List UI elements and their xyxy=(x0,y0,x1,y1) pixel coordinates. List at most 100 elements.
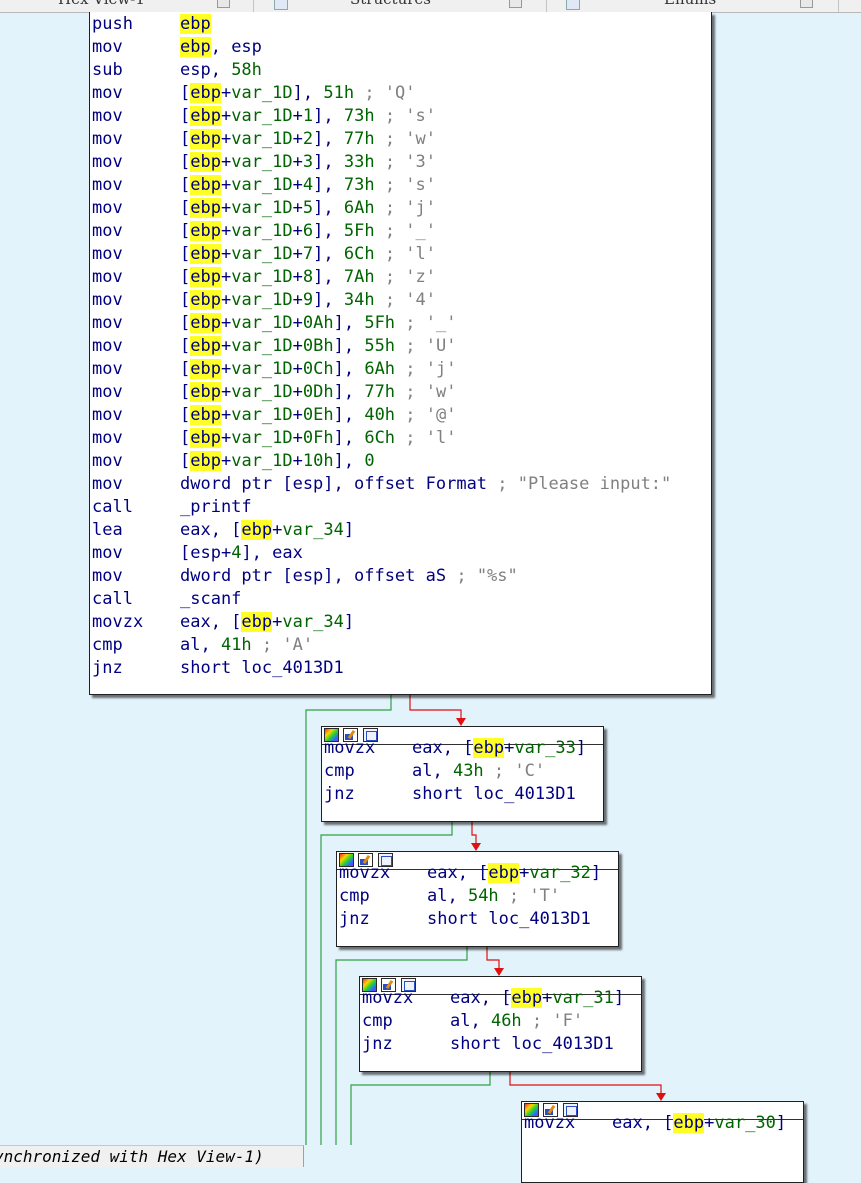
register-highlight: ebp xyxy=(190,290,221,310)
operand-text: short loc_4013D1 xyxy=(412,784,576,804)
number-literal: 77h xyxy=(364,382,396,402)
number-literal: 0Ch xyxy=(302,359,334,379)
operand-text: [ xyxy=(180,336,191,356)
register-highlight: ebp xyxy=(190,267,221,287)
mnemonic: jnz xyxy=(339,909,370,929)
graph-node-check-f[interactable]: movzx eax, [ebp+var_31] cmp al, 46h ; 'F' jn… xyxy=(359,976,642,1072)
operand-text: + xyxy=(220,359,232,379)
operand-text: [esp+ xyxy=(180,543,232,563)
mnemonic: mov xyxy=(92,382,123,402)
operand-text: , esp xyxy=(210,37,262,57)
operands: short loc_4013D1 xyxy=(450,1033,614,1056)
function-name: _printf xyxy=(180,497,252,517)
operand-text: [ xyxy=(180,152,191,172)
mnemonic: cmp xyxy=(92,635,123,655)
number-literal: 46h xyxy=(490,1011,522,1031)
register-highlight: ebp xyxy=(473,738,505,758)
operands: al, 54h ; 'T' xyxy=(427,885,560,908)
operand-text: + xyxy=(220,382,232,402)
number-literal: 8 xyxy=(302,267,314,287)
mnemonic: mov xyxy=(92,336,123,356)
number-literal: 6Ah xyxy=(343,198,375,218)
operand-text: ], xyxy=(313,175,344,195)
variable-name: var_30 xyxy=(714,1113,776,1133)
variable-name: var_1D xyxy=(231,198,293,218)
operands: [esp+4], eax xyxy=(180,542,303,565)
operand-text: + xyxy=(220,244,232,264)
operand-text: short loc_4013D1 xyxy=(427,909,591,929)
function-name: _scanf xyxy=(180,589,242,609)
operands: ebp xyxy=(180,13,211,36)
number-literal: 4 xyxy=(302,175,314,195)
operands: al, 46h ; 'F' xyxy=(450,1010,583,1033)
edge-green xyxy=(350,1071,491,1145)
number-literal: 5Fh xyxy=(343,221,375,241)
operand-text: short loc_4013D1 xyxy=(180,658,344,678)
mnemonic: movzx xyxy=(362,988,414,1008)
comment-text: ; 'T' xyxy=(498,886,561,906)
operand-text: [ xyxy=(180,221,191,241)
edge-red xyxy=(409,695,462,722)
operand-text: ], xyxy=(333,451,365,471)
mnemonic: cmp xyxy=(362,1011,393,1031)
operand-text: + xyxy=(220,106,232,126)
register-highlight: ebp xyxy=(673,1113,705,1133)
operand-text: + xyxy=(292,451,303,471)
register-highlight: ebp xyxy=(190,451,221,471)
number-literal: 54h xyxy=(467,886,499,906)
number-literal: 77h xyxy=(343,129,375,149)
graph-node-main[interactable]: push ebp mov ebp, esp sub esp, 58h mov [ebp+var… xyxy=(89,12,712,695)
variable-name: var_34 xyxy=(282,520,344,540)
mnemonic: mov xyxy=(92,290,123,310)
comment-text: ; 'F' xyxy=(521,1011,584,1031)
operand-text: + xyxy=(220,405,232,425)
variable-name: var_31 xyxy=(552,988,614,1008)
mnemonic: mov xyxy=(92,129,123,149)
comment-text: ; 'A' xyxy=(251,635,314,655)
sync-status-text: ynchronized with Hex View-1) xyxy=(0,1147,264,1166)
operands: [ebp+var_1D+4], 73h ; 's' xyxy=(180,174,436,197)
operands: [ebp+var_1D+6], 5Fh ; '_' xyxy=(180,220,436,243)
operand-text: eax, [ xyxy=(612,1113,674,1133)
mnemonic: movzx xyxy=(339,863,391,883)
mnemonic: movzx xyxy=(524,1113,576,1133)
operands: _printf xyxy=(180,496,252,519)
number-literal: 55h xyxy=(364,336,396,356)
number-literal: 0Dh xyxy=(302,382,334,402)
operands: eax, [ebp+var_32] xyxy=(427,862,601,885)
operand-text: [ xyxy=(180,244,191,264)
operand-text: + xyxy=(504,738,515,758)
operand-text: ], xyxy=(313,129,344,149)
graph-node-check-next[interactable]: movzx eax, [ebp+var_30] xyxy=(521,1101,804,1183)
operand-text: dword ptr [esp], offset aS xyxy=(180,566,447,586)
operand-text: ], xyxy=(313,221,344,241)
operands: dword ptr [esp], offset aS ; "%s" xyxy=(180,565,518,588)
register-highlight: ebp xyxy=(190,382,221,402)
graph-node-check-t[interactable]: movzx eax, [ebp+var_32] cmp al, 54h ; 'T' jn… xyxy=(336,851,619,947)
edge-arrowhead xyxy=(471,843,481,851)
mnemonic: jnz xyxy=(362,1034,393,1054)
mnemonic: mov xyxy=(92,175,123,195)
operand-text: ], xyxy=(313,106,344,126)
edge-arrowhead xyxy=(494,968,504,976)
mnemonic: mov xyxy=(92,566,123,586)
mnemonic: mov xyxy=(92,106,123,126)
register-highlight: ebp xyxy=(241,520,273,540)
operand-text: al, xyxy=(180,635,221,655)
operand-text: eax, [ xyxy=(180,520,242,540)
graph-node-check-c[interactable]: movzx eax, [ebp+var_33] cmp al, 43h ; 'C' jn… xyxy=(321,726,604,822)
number-literal: 34h xyxy=(343,290,375,310)
mnemonic: cmp xyxy=(324,761,355,781)
operands: [ebp+var_1D+0Bh], 55h ; 'U' xyxy=(180,335,456,358)
operands: short loc_4013D1 xyxy=(427,908,591,931)
mnemonic: movzx xyxy=(324,738,376,758)
variable-name: var_1D xyxy=(231,106,293,126)
operands: ebp, esp xyxy=(180,36,262,59)
mnemonic: movzx xyxy=(92,612,144,632)
mnemonic: lea xyxy=(92,520,123,540)
operand-text: ], xyxy=(333,336,365,356)
operand-text: + xyxy=(292,152,303,172)
comment-text: ; 'l' xyxy=(374,244,436,264)
operands: [ebp+var_1D+1], 73h ; 's' xyxy=(180,105,436,128)
register-highlight: ebp xyxy=(190,198,221,218)
